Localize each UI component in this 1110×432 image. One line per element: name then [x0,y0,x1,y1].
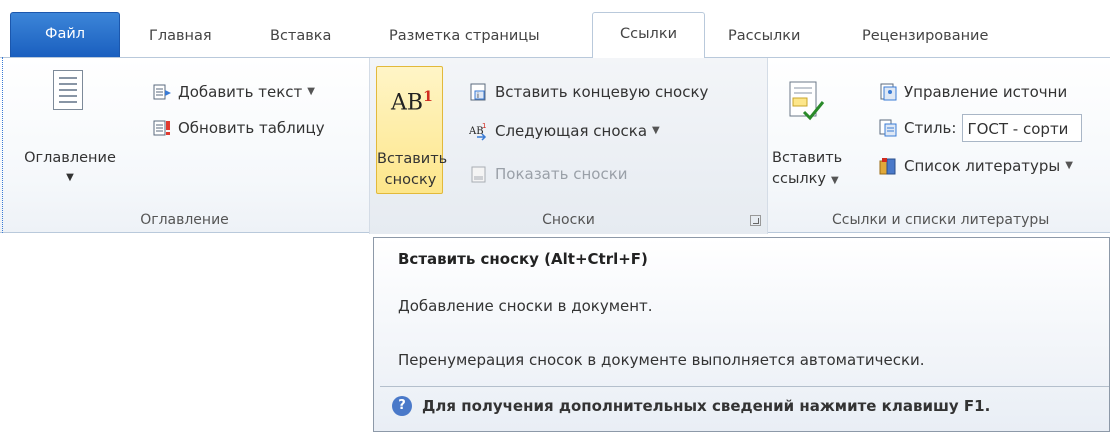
chevron-down-icon: ▼ [652,125,660,136]
manage-sources-icon [878,82,898,102]
tab-home[interactable]: Главная [149,15,212,57]
bibliography-button[interactable]: Список литературы ▼ [878,152,1073,180]
insert-citation-label-2: ссылку ▼ [772,171,839,187]
tab-page-layout[interactable]: Разметка страницы [389,15,540,57]
tab-references[interactable]: Ссылки [592,12,705,58]
chevron-down-icon: ▼ [66,172,74,183]
endnote-icon: i [469,82,489,102]
insert-citation-label-1: Вставить [772,150,843,166]
tab-file[interactable]: Файл [10,12,120,57]
style-icon [878,118,898,138]
group-footnotes: AB1 Вставить сноску i Вставить концевую … [370,58,768,234]
tooltip-separator [380,386,1109,387]
chevron-down-icon: ▼ [307,86,315,97]
insert-footnote-button[interactable]: AB1 Вставить сноску [376,66,448,194]
footnote-icon: AB1 [391,89,433,116]
help-icon: ? [392,396,412,416]
group-label-citations: Ссылки и списки литературы [832,212,1050,228]
style-dropdown[interactable]: ГОСТ - сорти [962,114,1083,142]
bibliography-icon [878,156,898,176]
group-label-footnotes: Сноски [542,212,595,228]
next-footnote-icon: AB 1 [468,121,489,141]
footnotes-dialog-launcher-icon[interactable] [750,215,761,226]
toc-button[interactable]: Оглавление ▼ [4,64,136,202]
show-notes-icon [469,164,489,184]
insert-citation-button[interactable]: Вставить ссылку ▼ [772,66,843,196]
show-notes-button[interactable]: Показать сноски [469,160,628,188]
chevron-down-icon: ▼ [831,175,839,186]
tooltip-description: Добавление сноски в документ. [398,297,653,315]
style-selector[interactable]: Стиль: ГОСТ - сорти [878,114,1083,142]
group-toc: Оглавление ▼ Добавить текст ▼ Обновить т… [0,58,370,234]
update-table-icon [152,118,172,138]
focus-outline [2,57,3,233]
add-text-button[interactable]: Добавить текст ▼ [152,78,315,106]
svg-text:1: 1 [482,122,486,130]
manage-sources-button[interactable]: Управление источни [878,78,1067,106]
tooltip-title: Вставить сноску (Alt+Ctrl+F) [398,250,648,268]
group-label-toc: Оглавление [140,212,229,228]
tab-mailings[interactable]: Рассылки [728,15,800,57]
add-text-icon [152,82,172,102]
update-table-button[interactable]: Обновить таблицу [152,114,325,142]
tab-insert[interactable]: Вставка [270,15,331,57]
next-footnote-button[interactable]: AB 1 Следующая сноска ▼ [468,117,660,145]
tooltip-detail: Перенумерация сносок в документе выполня… [398,351,925,369]
insert-footnote-label-2: сноску [384,172,437,188]
tab-review[interactable]: Рецензирование [862,15,988,57]
group-citations: Вставить ссылку ▼ Управление источни Стил… [768,58,1110,234]
chevron-down-icon: ▼ [1065,160,1073,171]
insert-footnote-label-1: Вставить [377,151,448,167]
insert-endnote-button[interactable]: i Вставить концевую сноску [469,78,708,106]
insert-footnote-tooltip: Вставить сноску (Alt+Ctrl+F) Добавление … [373,237,1110,432]
toc-button-label: Оглавление [24,150,116,166]
tooltip-help: ? Для получения дополнительных сведений … [392,396,990,416]
toc-doc-icon [53,70,83,110]
ribbon: Оглавление ▼ Добавить текст ▼ Обновить т… [0,57,1110,234]
ribbon-tab-bar: Файл Главная Вставка Разметка страницы С… [0,0,1110,58]
insert-citation-icon [786,80,826,128]
svg-text:i: i [477,92,479,100]
